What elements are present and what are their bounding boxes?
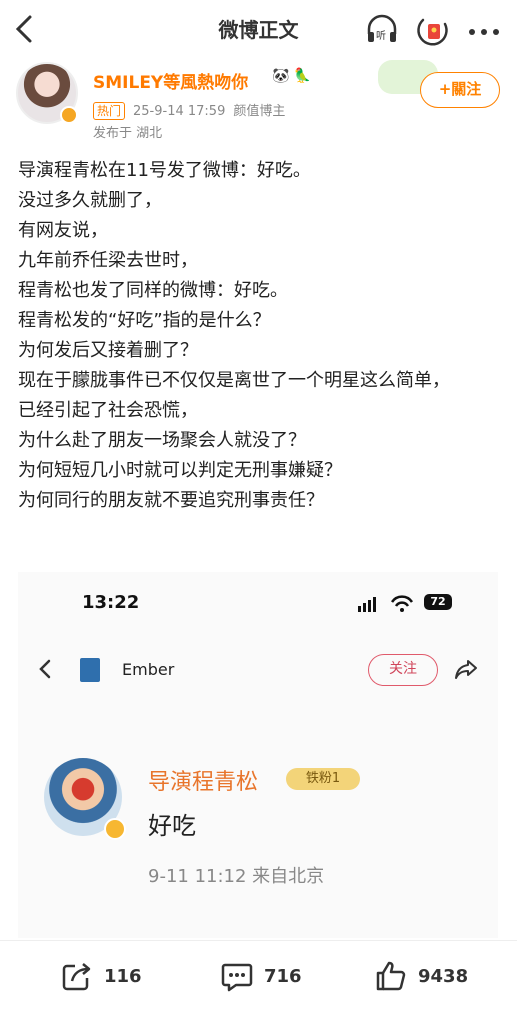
- more-options-icon[interactable]: [466, 14, 502, 50]
- post-line: 导演程青松在11号发了微博：好吃。: [18, 160, 311, 181]
- battery-level: 72: [424, 594, 452, 610]
- parrot-icon: 🦜: [293, 68, 311, 84]
- post-location: 发布于 湖北: [93, 126, 163, 141]
- post-line: 九年前乔任梁去世时，: [18, 250, 198, 271]
- follow-button: 关注: [368, 654, 438, 686]
- author-emoji-badges: 🐼 🦜: [272, 68, 315, 84]
- svg-text:听: 听: [376, 30, 386, 42]
- book-icon: [80, 658, 100, 682]
- top-nav-bar: 微博正文 听: [0, 0, 517, 58]
- post-line: 有网友说，: [18, 220, 108, 241]
- verified-badge-icon: [60, 106, 78, 124]
- post-line: 没过多久就删了，: [18, 190, 162, 211]
- follow-button[interactable]: +關注: [420, 72, 500, 108]
- comment-button[interactable]: 716: [220, 959, 302, 993]
- header-name: Ember: [122, 660, 175, 679]
- verified-badge-icon: [104, 818, 126, 840]
- post-line: 程青松发的“好吃”指的是什么？: [18, 310, 271, 331]
- post-line: 已经引起了社会恐慌，: [18, 400, 198, 421]
- signal-wifi-icon: [358, 595, 414, 612]
- post-line: 为何短短几小时就可以判定无刑事嫌疑？: [18, 460, 342, 481]
- thumbs-up-icon: [376, 961, 406, 991]
- quoted-post-text: 好吃: [148, 812, 196, 840]
- post-line: 现在于朦胧事件已不仅仅是离世了一个明星这么简单，: [18, 370, 450, 391]
- author-header: SMILEY等風熱吻你 🐼 🦜 +關注 热门 25-9-14 17:59 颜值博主 发…: [0, 58, 517, 148]
- author-name[interactable]: SMILEY等風熱吻你: [93, 68, 248, 93]
- post-line: 为何发后又接着删了？: [18, 340, 198, 361]
- status-bar-time: 13:22: [82, 592, 140, 613]
- user-name: 导演程青松: [148, 770, 259, 795]
- action-bar: 116 716 9438: [0, 941, 517, 1024]
- quoted-post-meta: 9-11 11:12 来自北京: [148, 866, 325, 887]
- repost-count: 116: [104, 965, 142, 987]
- author-role: 颜值博主: [233, 104, 286, 119]
- post-line: 程青松也发了同样的微博：好吃。: [18, 280, 288, 301]
- back-arrow-icon: [39, 659, 51, 679]
- like-count: 9438: [418, 965, 469, 987]
- share-icon: [455, 660, 477, 679]
- panda-icon: 🐼: [272, 68, 290, 84]
- comment-icon: [221, 963, 253, 992]
- fan-badge: 铁粉1: [286, 768, 360, 790]
- repost-button[interactable]: 116: [60, 959, 142, 993]
- repost-icon: [62, 963, 91, 991]
- post-meta: 热门 25-9-14 17:59 颜值博主: [93, 100, 285, 120]
- embedded-screenshot-image[interactable]: 13:22 72 Ember 关注 导演程青松 铁粉1 好吃 9-11 11:1…: [18, 572, 498, 938]
- post-line: 为什么赴了朋友一场聚会人就没了？: [18, 430, 306, 451]
- post-body: 导演程青松在11号发了微博：好吃。 没过多久就删了， 有网友说， 九年前乔任梁去…: [18, 156, 502, 516]
- listen-icon[interactable]: 听: [364, 12, 400, 48]
- post-line: 为何同行的朋友就不要追究刑事责任？: [18, 490, 324, 511]
- like-button[interactable]: 9438: [374, 959, 468, 993]
- comment-count: 716: [264, 965, 302, 987]
- hot-tag: 热门: [93, 102, 126, 120]
- red-packet-icon[interactable]: [415, 12, 451, 48]
- post-datetime: 25-9-14 17:59: [133, 104, 226, 119]
